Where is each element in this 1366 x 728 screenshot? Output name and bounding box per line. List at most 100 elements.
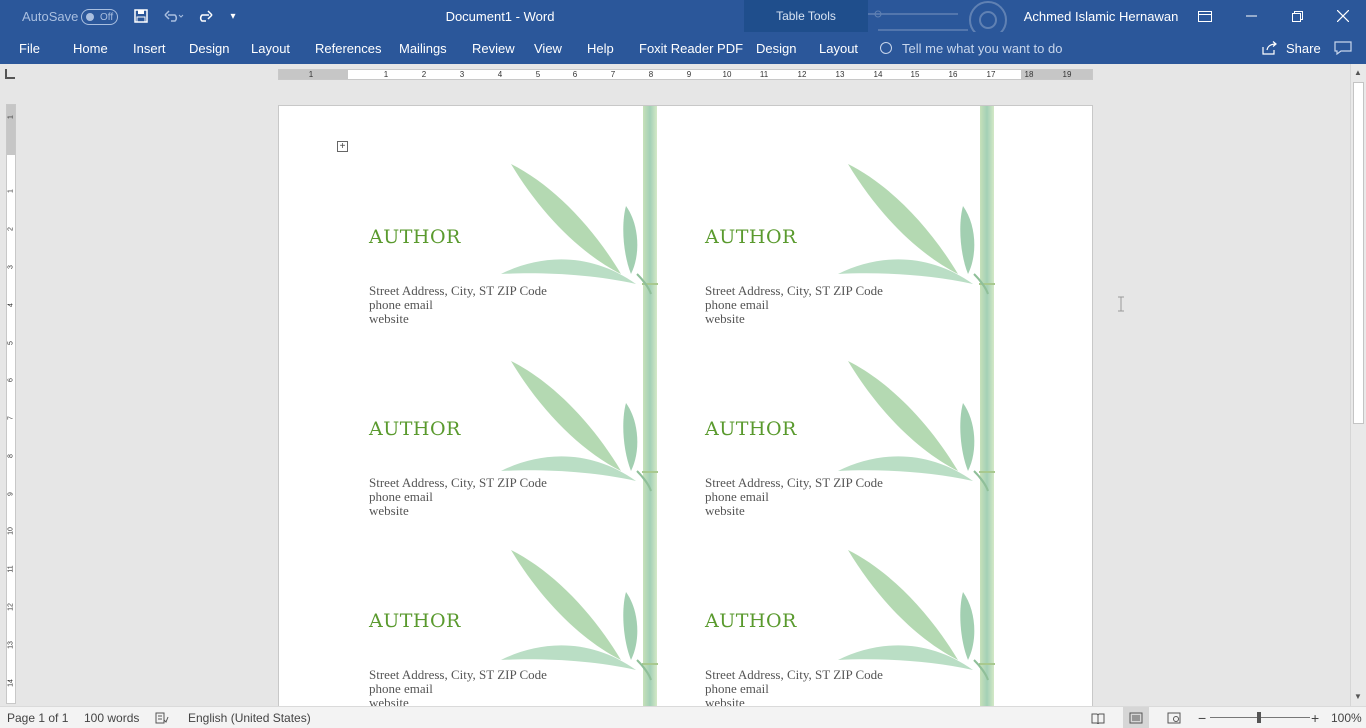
ruler-tick: 8: [7, 454, 15, 458]
card-author[interactable]: AUTHOR: [369, 418, 461, 440]
save-icon[interactable]: [130, 0, 152, 32]
proofing-icon[interactable]: [155, 707, 169, 728]
zoom-out-icon[interactable]: −: [1198, 707, 1206, 728]
card-author[interactable]: AUTHOR: [705, 226, 797, 248]
card-address[interactable]: Street Address, City, ST ZIP Code: [705, 284, 883, 298]
tab-foxit-reader-pdf[interactable]: Foxit Reader PDF: [639, 32, 743, 64]
scroll-down-icon[interactable]: ▼: [1354, 692, 1362, 701]
ruler-tick: 14: [873, 70, 883, 79]
card-address[interactable]: Street Address, City, ST ZIP Code: [705, 668, 883, 682]
ruler-tick: 6: [7, 378, 15, 382]
ruler-tick: 10: [7, 527, 15, 535]
web-layout-icon[interactable]: [1167, 707, 1181, 728]
business-card[interactable]: AUTHOR Street Address, City, ST ZIP Code…: [705, 490, 1035, 710]
search-icon: [880, 42, 892, 54]
ruler-tick: 1: [383, 70, 389, 79]
vertical-ruler[interactable]: 1 1 2 3 4 5 6 7 8 9 10 11 12 13 14: [6, 104, 16, 704]
user-name[interactable]: Achmed Islamic Hernawan: [1020, 0, 1182, 32]
tab-table-design[interactable]: Design: [756, 32, 796, 64]
tab-help[interactable]: Help: [587, 32, 614, 64]
ruler-tick: 11: [759, 70, 769, 79]
status-bar: Page 1 of 1 100 words English (United St…: [0, 706, 1366, 728]
scrollbar-thumb[interactable]: [1353, 82, 1364, 424]
language[interactable]: English (United States): [188, 707, 311, 728]
business-card[interactable]: AUTHOR Street Address, City, ST ZIP Code…: [369, 106, 699, 326]
customize-qat-icon[interactable]: ▾: [226, 0, 240, 32]
ruler-tick: 11: [7, 565, 15, 573]
tab-view[interactable]: View: [534, 32, 562, 64]
card-phone-email[interactable]: phone email: [369, 682, 547, 696]
tab-selector[interactable]: [5, 69, 15, 79]
autosave-state: Off: [100, 11, 114, 23]
zoom-slider-thumb[interactable]: [1257, 712, 1261, 723]
print-layout-icon[interactable]: [1123, 707, 1149, 728]
comments-icon[interactable]: [1334, 32, 1352, 64]
card-address[interactable]: Street Address, City, ST ZIP Code: [705, 476, 883, 490]
ruler-tick: 16: [948, 70, 958, 79]
card-address[interactable]: Street Address, City, ST ZIP Code: [369, 284, 547, 298]
ruler-tick: 13: [7, 641, 15, 649]
ruler-tick: 1: [308, 70, 314, 79]
zoom-in-icon[interactable]: +: [1311, 707, 1319, 728]
tab-design[interactable]: Design: [189, 32, 229, 64]
card-author[interactable]: AUTHOR: [369, 226, 461, 248]
ruler-tick: 3: [459, 70, 465, 79]
card-author[interactable]: AUTHOR: [705, 418, 797, 440]
ruler-tick: 17: [986, 70, 996, 79]
business-card[interactable]: AUTHOR Street Address, City, ST ZIP Code…: [705, 106, 1035, 326]
vertical-scrollbar[interactable]: ▲ ▼: [1350, 64, 1366, 706]
close-icon[interactable]: [1320, 0, 1366, 32]
tab-mailings[interactable]: Mailings: [399, 32, 447, 64]
tab-references[interactable]: References: [315, 32, 381, 64]
ruler-tick: 18: [1024, 70, 1034, 79]
horizontal-ruler[interactable]: 1 1 2 3 4 5 6 7 8 9 10 11 12 13 14 15 16…: [278, 69, 1093, 80]
ruler-tick: 12: [7, 603, 15, 611]
tab-file[interactable]: File: [19, 32, 40, 64]
ruler-tick: 6: [572, 70, 578, 79]
minimize-icon[interactable]: [1228, 0, 1274, 32]
card-phone-email[interactable]: phone email: [705, 682, 883, 696]
document-page[interactable]: + AUTHOR Street Address, City, ST ZIP Co…: [278, 105, 1093, 715]
ruler-tick: 9: [686, 70, 692, 79]
ruler-tick: 9: [7, 492, 15, 496]
ribbon-display-icon[interactable]: [1182, 0, 1228, 32]
share-icon: [1262, 41, 1277, 55]
tab-review[interactable]: Review: [472, 32, 515, 64]
ruler-left-margin: [279, 70, 348, 79]
ruler-tick: 19: [1062, 70, 1072, 79]
business-card[interactable]: AUTHOR Street Address, City, ST ZIP Code…: [705, 298, 1035, 518]
business-card[interactable]: AUTHOR Street Address, City, ST ZIP Code…: [369, 298, 699, 518]
business-card[interactable]: AUTHOR Street Address, City, ST ZIP Code…: [369, 490, 699, 710]
card-author[interactable]: AUTHOR: [369, 610, 461, 632]
ruler-tick: 5: [535, 70, 541, 79]
read-mode-icon[interactable]: [1091, 707, 1105, 728]
page-count[interactable]: Page 1 of 1: [7, 707, 68, 728]
card-details[interactable]: Street Address, City, ST ZIP Code phone …: [369, 668, 547, 710]
tab-home[interactable]: Home: [73, 32, 108, 64]
word-count[interactable]: 100 words: [84, 707, 139, 728]
tab-layout[interactable]: Layout: [251, 32, 290, 64]
undo-icon[interactable]: [160, 0, 188, 32]
zoom-level[interactable]: 100%: [1331, 707, 1362, 728]
ruler-tick: 15: [910, 70, 920, 79]
ruler-tick: 7: [610, 70, 616, 79]
tab-table-layout[interactable]: Layout: [819, 32, 858, 64]
tell-me-search[interactable]: Tell me what you want to do: [880, 32, 1062, 64]
ruler-tick: 1: [7, 115, 15, 119]
redo-icon[interactable]: [194, 0, 216, 32]
ruler-tick: 13: [835, 70, 845, 79]
autosave-toggle[interactable]: Off: [81, 9, 118, 25]
restore-icon[interactable]: [1274, 0, 1320, 32]
scroll-up-icon[interactable]: ▲: [1354, 68, 1362, 77]
ruler-tick: 2: [421, 70, 427, 79]
ruler-tick: 5: [7, 341, 15, 345]
ruler-tick: 4: [497, 70, 503, 79]
card-author[interactable]: AUTHOR: [705, 610, 797, 632]
ruler-tick: 8: [648, 70, 654, 79]
share-button[interactable]: Share: [1262, 32, 1321, 64]
card-details[interactable]: Street Address, City, ST ZIP Code phone …: [705, 668, 883, 710]
card-address[interactable]: Street Address, City, ST ZIP Code: [369, 668, 547, 682]
ruler-tick: 4: [7, 303, 15, 307]
card-address[interactable]: Street Address, City, ST ZIP Code: [369, 476, 547, 490]
tab-insert[interactable]: Insert: [133, 32, 166, 64]
